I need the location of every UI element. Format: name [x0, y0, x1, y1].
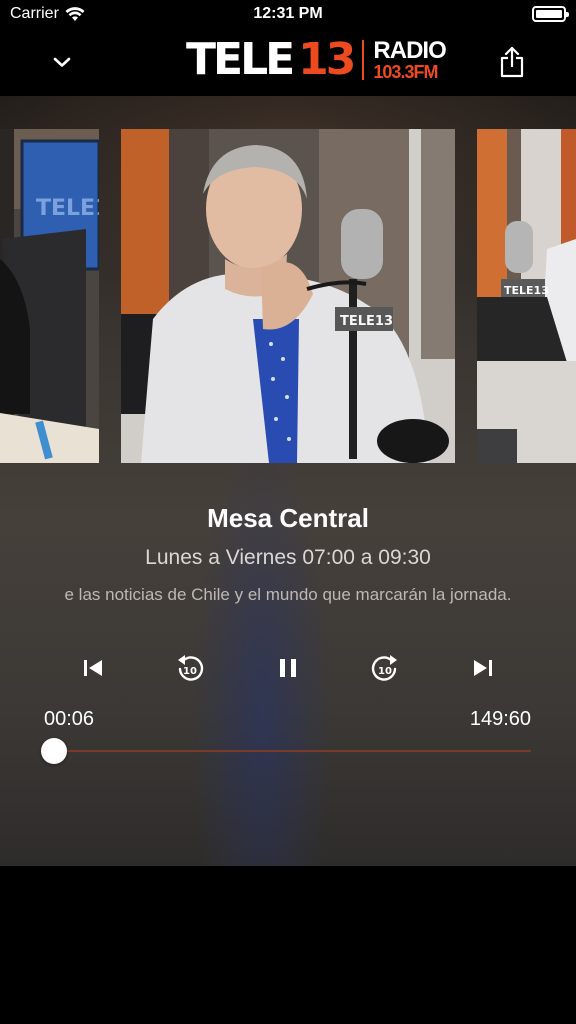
rewind-seconds: 10: [183, 666, 197, 677]
status-bar: Carrier 12:31 PM: [0, 0, 576, 30]
studio-photo-host: TELE13: [121, 129, 455, 463]
carousel-item-previous[interactable]: TELE13: [0, 129, 99, 463]
elapsed-time: 00:06: [44, 708, 95, 730]
pause-icon: [280, 659, 296, 677]
progress-thumb[interactable]: [41, 738, 67, 764]
share-button[interactable]: [488, 38, 536, 86]
player-panel: TELE13: [0, 96, 576, 866]
logo-radio: RADIO: [373, 37, 446, 64]
mic-flag-label-next: TELE13: [504, 284, 549, 297]
battery-icon: [532, 6, 569, 22]
status-time: 12:31 PM: [253, 5, 323, 22]
playback-controls: 10 10: [0, 644, 576, 692]
replay-10-icon: 10: [178, 655, 204, 681]
logo-radio-block: RADIO 103.3FM: [373, 37, 446, 82]
logo-number: 13: [298, 34, 356, 85]
share-icon: [500, 46, 524, 78]
logo-divider: [362, 40, 365, 80]
skip-next-button[interactable]: [459, 644, 507, 692]
rewind-10-button[interactable]: 10: [166, 644, 214, 692]
studio-photo-right: TELE13: [477, 129, 576, 463]
svg-text:TELE13: TELE13: [36, 196, 99, 221]
navigation-bar: TELE 13 RADIO 103.3FM: [0, 30, 576, 96]
progress-slider[interactable]: [41, 738, 531, 764]
program-description: e las noticias de Chile y el mundo que m…: [64, 585, 512, 604]
forward-seconds: 10: [378, 666, 392, 677]
skip-next-icon: [474, 660, 492, 676]
program-schedule: Lunes a Viernes 07:00 a 09:30: [145, 546, 431, 569]
logo-frequency: 103.3FM: [373, 62, 438, 82]
skip-previous-button[interactable]: [69, 644, 117, 692]
pause-button[interactable]: [264, 644, 312, 692]
forward-10-button[interactable]: 10: [361, 644, 409, 692]
tele13-radio-logo: TELE 13 RADIO 103.3FM: [186, 34, 447, 86]
forward-10-icon: 10: [371, 655, 397, 681]
studio-photo-left: TELE13: [0, 129, 99, 463]
collapse-player-button[interactable]: [38, 38, 86, 86]
chevron-down-icon: [53, 57, 71, 67]
skip-previous-icon: [84, 660, 102, 676]
program-title: Mesa Central: [207, 503, 369, 533]
carousel-item-next[interactable]: TELE13: [477, 129, 576, 463]
total-duration: 149:60: [469, 708, 531, 730]
carousel-item-current[interactable]: TELE13: [121, 129, 455, 463]
logo-tele: TELE: [186, 34, 295, 85]
